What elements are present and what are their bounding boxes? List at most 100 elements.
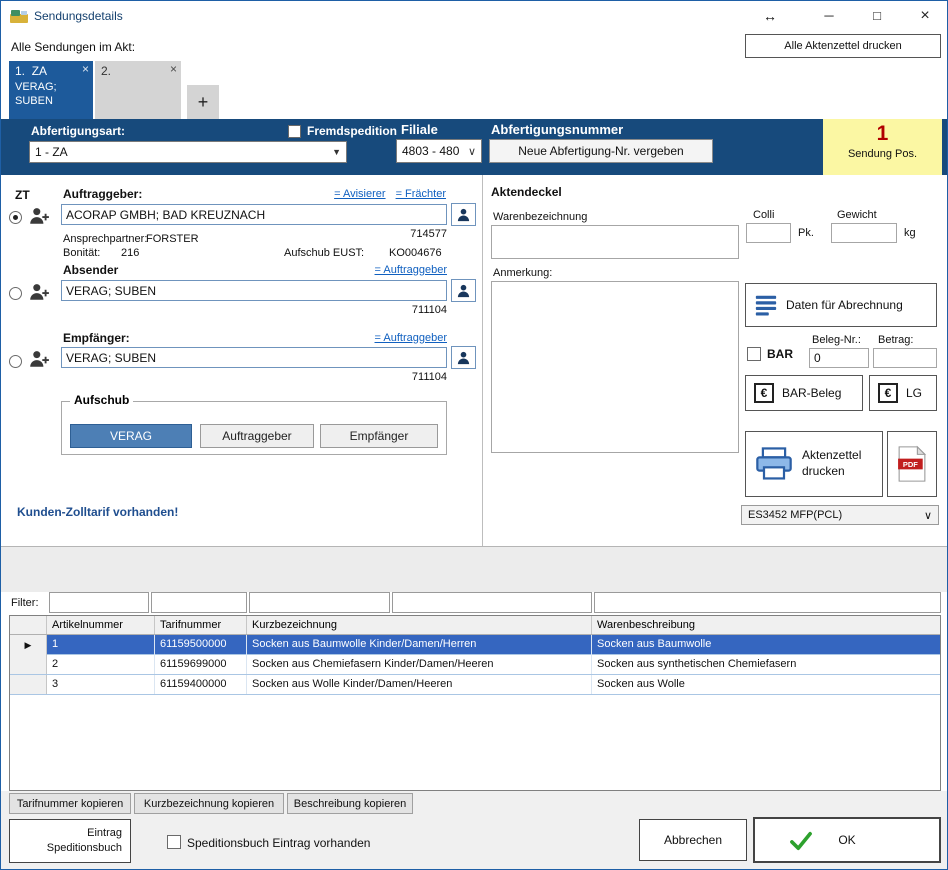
ansprechpartner-label: Ansprechpartner:: [63, 233, 147, 245]
person-add-icon[interactable]: [28, 349, 50, 374]
lg-button[interactable]: € LG: [869, 375, 937, 411]
colli-input[interactable]: [746, 223, 791, 243]
absender-input[interactable]: [61, 280, 447, 301]
filter-input-warenbeschreibung[interactable]: [594, 592, 941, 613]
beleg-nr-input[interactable]: [809, 348, 869, 368]
printer-select[interactable]: ES3452 MFP(PCL) ∨: [741, 505, 939, 525]
person-add-icon[interactable]: [28, 206, 50, 231]
print-all-aktenzettel-button[interactable]: Alle Aktenzettel drucken: [745, 34, 941, 58]
absender-radio[interactable]: [9, 287, 22, 300]
cell-kurzbezeichnung: Socken aus Chemiefasern Kinder/Damen/Hee…: [247, 655, 592, 674]
pdf-button[interactable]: PDF: [887, 431, 937, 497]
titlebar: Sendungsdetails ↔ ─ □ ×: [1, 1, 947, 31]
fremdspedition-checkbox[interactable]: [288, 125, 301, 138]
articles-table: Artikelnummer Tarifnummer Kurzbezeichnun…: [9, 615, 941, 791]
divider-strip: [1, 546, 947, 592]
lg-label: LG: [906, 386, 922, 400]
filter-input-extra[interactable]: [392, 592, 592, 613]
speditionsbuch-checkbox[interactable]: [167, 835, 181, 849]
minimize-button[interactable]: ─: [807, 1, 851, 31]
table-empty-area: [10, 716, 940, 790]
ok-label: OK: [755, 819, 939, 861]
daten-abrechnung-button[interactable]: Daten für Abrechnung: [745, 283, 937, 327]
maximize-button[interactable]: □: [855, 1, 899, 31]
tab-sendung-2[interactable]: 2. ×: [95, 61, 181, 119]
chevron-down-icon: ∨: [924, 509, 932, 522]
table-row[interactable]: 3 61159400000 Socken aus Wolle Kinder/Da…: [10, 675, 940, 695]
filter-input-artikelnummer[interactable]: [49, 592, 149, 613]
row-marker-icon: ▶: [10, 635, 47, 655]
tab-close-icon[interactable]: ×: [170, 62, 177, 76]
list-icon: [754, 293, 778, 317]
colli-unit-label: Pk.: [798, 227, 814, 239]
warenbezeichnung-input[interactable]: [491, 225, 739, 259]
aufschub-verag-button[interactable]: VERAG: [70, 424, 192, 448]
bar-checkbox[interactable]: [747, 347, 761, 361]
auftraggeber-contact-button[interactable]: [451, 203, 476, 226]
aktenzettel-drucken-button[interactable]: Aktenzettel drucken: [745, 431, 883, 497]
column-header-tarifnummer[interactable]: Tarifnummer: [155, 616, 247, 634]
zolltarif-note: Kunden-Zolltarif vorhanden!: [17, 505, 178, 519]
sendung-pos-number: 1: [823, 122, 942, 146]
contact-person-icon: [456, 283, 471, 298]
empfaenger-input[interactable]: [61, 347, 447, 368]
zt-label: ZT: [15, 188, 30, 202]
filiale-value: 4803 - 480: [402, 144, 459, 158]
tab-close-icon[interactable]: ×: [82, 62, 89, 76]
auftraggeber-radio[interactable]: [9, 211, 22, 224]
neue-abfertigungsnummer-button[interactable]: Neue Abfertigung-Nr. vergeben: [489, 139, 713, 163]
filter-input-kurzbezeichnung[interactable]: [249, 592, 390, 613]
abfertigungsart-value: 1 - ZA: [35, 145, 68, 159]
bar-beleg-button[interactable]: € BAR-Beleg: [745, 375, 863, 411]
add-tab-button[interactable]: +: [187, 85, 219, 119]
abbrechen-button[interactable]: Abbrechen: [639, 819, 747, 861]
aufschub-empfaenger-button[interactable]: Empfänger: [320, 424, 438, 448]
table-row[interactable]: ▶ 1 61159500000 Socken aus Baumwolle Kin…: [10, 635, 940, 655]
abfertigungsart-select[interactable]: 1 - ZA ▼: [29, 141, 347, 163]
copy-beschreibung-button[interactable]: Beschreibung kopieren: [287, 793, 413, 814]
table-row[interactable]: 2 61159699000 Socken aus Chemiefasern Ki…: [10, 655, 940, 675]
person-add-icon[interactable]: [28, 282, 50, 307]
absender-contact-button[interactable]: [451, 279, 476, 302]
avisierer-link[interactable]: = Avisierer: [334, 188, 385, 200]
dispatch-band: Abfertigungsart: Fremdspedition Filiale …: [1, 119, 947, 175]
column-header-kurzbezeichnung[interactable]: Kurzbezeichnung: [247, 616, 592, 634]
close-button[interactable]: ×: [903, 1, 947, 31]
tab-sendung-1[interactable]: 1. ZA × VERAG; SUBEN: [9, 61, 93, 119]
empfaenger-number: 711104: [341, 371, 447, 383]
tab-number: 1.: [15, 64, 25, 78]
empfaenger-auftraggeber-link[interactable]: = Auftraggeber: [375, 332, 447, 344]
anmerkung-textarea[interactable]: [491, 281, 739, 453]
cell-kurzbezeichnung: Socken aus Baumwolle Kinder/Damen/Herren: [247, 635, 592, 655]
fraechter-link[interactable]: = Frächter: [396, 188, 446, 200]
eintrag-speditionsbuch-button[interactable]: Eintrag Speditionsbuch: [9, 819, 131, 863]
filter-input-tarifnummer[interactable]: [151, 592, 247, 613]
empfaenger-radio[interactable]: [9, 355, 22, 368]
absender-auftraggeber-link[interactable]: = Auftraggeber: [375, 264, 447, 276]
ansprechpartner-value: FORSTER: [146, 233, 199, 245]
filiale-select[interactable]: 4803 - 480 ∨: [396, 139, 482, 163]
absender-number: 711104: [341, 304, 447, 316]
aufschub-auftraggeber-button[interactable]: Auftraggeber: [200, 424, 314, 448]
ok-button[interactable]: OK: [753, 817, 941, 863]
beleg-nr-label: Beleg-Nr.:: [812, 334, 861, 346]
empfaenger-label: Empfänger:: [63, 331, 130, 345]
sendung-pos-label: Sendung Pos.: [823, 148, 942, 160]
svg-text:PDF: PDF: [903, 460, 918, 469]
printer-icon: [754, 446, 794, 482]
resize-icon[interactable]: ↔: [753, 1, 787, 31]
tab-name: VERAG; SUBEN: [15, 81, 81, 109]
empfaenger-contact-button[interactable]: [451, 346, 476, 369]
row-selector: [10, 655, 47, 674]
auftraggeber-input[interactable]: [61, 204, 447, 225]
copy-tarifnummer-button[interactable]: Tarifnummer kopieren: [9, 793, 131, 814]
gewicht-input[interactable]: [831, 223, 897, 243]
column-header-artikelnummer[interactable]: Artikelnummer: [47, 616, 155, 634]
column-header-warenbeschreibung[interactable]: Warenbeschreibung: [592, 616, 941, 634]
colli-label: Colli: [753, 209, 774, 221]
cell-tarifnummer: 61159400000: [155, 675, 247, 694]
betrag-input[interactable]: [873, 348, 937, 368]
copy-kurzbezeichnung-button[interactable]: Kurzbezeichnung kopieren: [134, 793, 284, 814]
cell-artikelnummer: 3: [47, 675, 155, 694]
sendung-pos-indicator: 1 Sendung Pos.: [823, 119, 942, 175]
